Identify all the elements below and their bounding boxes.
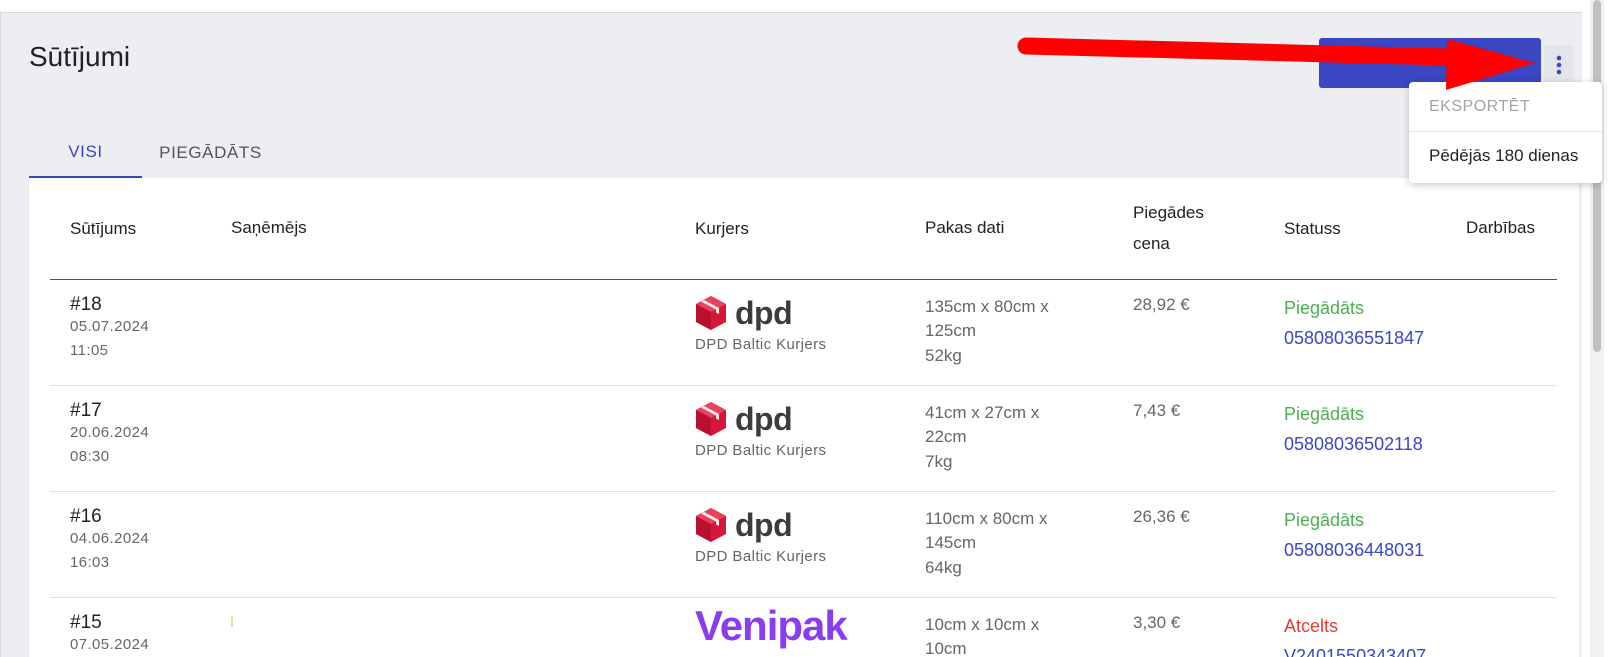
delivery-price: 7,43 €: [1133, 401, 1181, 420]
export-dropdown-menu: EKSPORTĒT Pēdējās 180 dienas: [1409, 82, 1602, 183]
dropdown-item-last-180-days[interactable]: Pēdējās 180 dienas: [1409, 132, 1602, 180]
package-dimensions-line1: 135cm x 80cm x: [925, 297, 1049, 316]
status-label: Piegādāts: [1284, 404, 1365, 424]
column-header-recipient[interactable]: Saņēmējs: [231, 213, 307, 243]
package-dimensions-line1: 10cm x 10cm x: [925, 615, 1040, 634]
package-dimensions-line2: 125cm: [925, 321, 977, 340]
tracking-number-link[interactable]: 05808036448031: [1284, 540, 1424, 561]
kebab-menu-icon: [1556, 55, 1562, 75]
dpd-logo: dpd: [695, 293, 793, 333]
tab-all[interactable]: VISI: [29, 128, 142, 178]
package-dimensions-line1: 110cm x 80cm x: [925, 509, 1048, 528]
more-actions-button[interactable]: [1544, 45, 1574, 85]
venipak-wordmark: Venipak: [695, 602, 848, 649]
column-header-shipment[interactable]: Sūtījums: [70, 214, 136, 244]
dpd-cube-icon: [696, 402, 726, 436]
shipment-date: 20.06.2024: [70, 424, 150, 441]
courier-name: DPD Baltic Kurjers: [695, 548, 827, 565]
status-label: Piegādāts: [1284, 510, 1365, 530]
delivery-price: 3,30 €: [1133, 613, 1181, 632]
shipment-time: 16:03: [70, 554, 110, 571]
column-header-courier[interactable]: Kurjers: [695, 214, 749, 244]
package-dimensions-line2: 10cm: [925, 639, 967, 657]
column-header-price-line2[interactable]: cena: [1133, 229, 1170, 259]
dpd-cube-icon: [696, 296, 726, 330]
shipment-id[interactable]: #17: [70, 400, 102, 422]
shipment-id[interactable]: #16: [70, 506, 102, 528]
dropdown-header-export: EKSPORTĒT: [1409, 82, 1602, 132]
courier-name: DPD Baltic Kurjers: [695, 442, 827, 459]
dpd-cube-icon: [696, 508, 726, 542]
page-title: Sūtījumi: [29, 41, 131, 72]
column-header-package[interactable]: Pakas dati: [925, 213, 1004, 243]
tracking-number-link[interactable]: V2401550343407: [1284, 646, 1426, 657]
table-row[interactable]: #16 04.06.2024 16:03 dpd DPD Baltic Kurj…: [50, 492, 1557, 598]
table-row[interactable]: #15 07.05.2024 Venipak 10cm x 10cm x 10c…: [50, 598, 1557, 657]
shipment-date: 07.05.2024: [70, 636, 150, 653]
venipak-logo: Venipak: [695, 602, 848, 649]
shipment-time: 11:05: [70, 342, 109, 359]
package-weight: 64kg: [925, 558, 962, 577]
dpd-logo: dpd: [695, 399, 793, 439]
shipment-id[interactable]: #18: [70, 294, 102, 316]
dpd-logo: dpd: [695, 505, 793, 545]
tracking-number-link[interactable]: 05808036502118: [1284, 434, 1423, 455]
shipment-time: 08:30: [70, 448, 110, 465]
package-weight: 7kg: [925, 452, 953, 471]
courier-name: DPD Baltic Kurjers: [695, 336, 827, 353]
primary-action-button[interactable]: S: [1319, 38, 1541, 88]
table-row[interactable]: #17 20.06.2024 08:30 dpd DPD Baltic Kurj…: [50, 386, 1557, 492]
tab-delivered[interactable]: PIEGĀDĀTS: [142, 128, 279, 178]
dpd-wordmark: dpd: [735, 400, 793, 437]
status-label: Atcelts: [1284, 616, 1339, 636]
tracking-number-link[interactable]: 05808036551847: [1284, 328, 1424, 349]
dpd-wordmark: dpd: [735, 294, 793, 331]
tab-bar: VISI PIEGĀDĀTS: [29, 128, 279, 178]
package-dimensions-line2: 22cm: [925, 427, 967, 446]
dpd-wordmark: dpd: [735, 506, 793, 543]
delivery-price: 28,92 €: [1133, 295, 1190, 314]
package-dimensions-line1: 41cm x 27cm x: [925, 403, 1040, 422]
primary-action-button-label: S: [1510, 54, 1521, 72]
column-header-price-line1[interactable]: Piegādes: [1133, 198, 1204, 228]
recipient-placeholder-mark: [231, 616, 233, 627]
column-header-actions: Darbības: [1466, 218, 1535, 237]
shipment-id[interactable]: #15: [70, 612, 102, 634]
shipment-date: 04.06.2024: [70, 530, 150, 547]
shipment-date: 05.07.2024: [70, 318, 150, 335]
package-dimensions-line2: 145cm: [925, 533, 977, 552]
status-label: Piegādāts: [1284, 298, 1365, 318]
column-header-status[interactable]: Statuss: [1284, 214, 1341, 244]
table-row[interactable]: #18 05.07.2024 11:05 dpd DPD Baltic Kurj…: [50, 280, 1557, 386]
delivery-price: 26,36 €: [1133, 507, 1190, 526]
package-weight: 52kg: [925, 346, 962, 365]
